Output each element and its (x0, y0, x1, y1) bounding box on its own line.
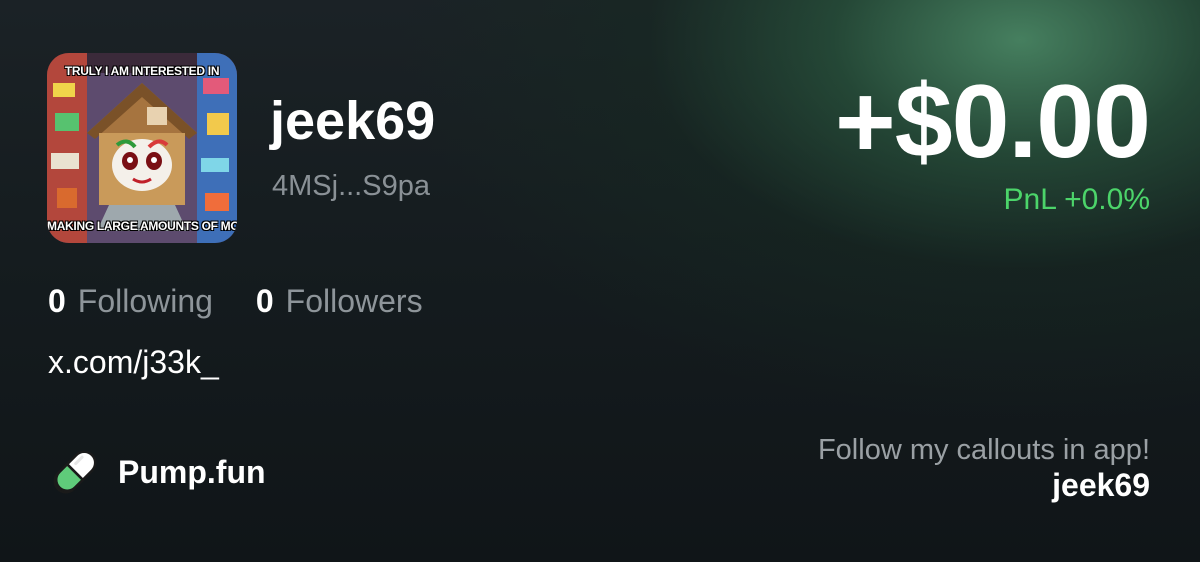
brand-name: Pump.fun (118, 453, 266, 490)
avatar-caption-bottom: MAKING LARGE AMOUNTS OF MONEY (47, 219, 237, 233)
wallet-address[interactable]: 4MSj...S9pa (272, 172, 430, 201)
cta-username[interactable]: jeek69 (818, 467, 1150, 504)
follow-stats: 0 Following 0 Followers (48, 285, 423, 317)
following-count: 0 (48, 283, 66, 319)
pnl-value: +$0.00 (835, 64, 1151, 180)
pill-icon (53, 450, 97, 494)
meme-avatar-image (47, 53, 237, 243)
following-stat[interactable]: 0 Following (48, 285, 213, 317)
followers-count: 0 (255, 283, 274, 319)
cta-text: Follow my callouts in app! (817, 434, 1150, 466)
username: jeek69 (270, 91, 436, 151)
pnl-percent: PnL +0.0% (1003, 183, 1151, 216)
social-link[interactable]: x.com/j33k_ (48, 346, 219, 378)
following-label: Following (77, 283, 213, 319)
avatar-caption-top: TRULY I AM INTERESTED IN (64, 64, 220, 78)
brand: Pump.fun (48, 445, 266, 499)
followers-stat[interactable]: 0 Followers (256, 285, 423, 317)
pnl-share-card: TRULY I AM INTERESTED IN MAKING LARGE AM… (0, 0, 1200, 562)
followers-label: Followers (285, 283, 423, 319)
avatar: TRULY I AM INTERESTED IN MAKING LARGE AM… (47, 53, 237, 243)
callout-cta: Follow my callouts in app! jeek69 (818, 434, 1150, 504)
